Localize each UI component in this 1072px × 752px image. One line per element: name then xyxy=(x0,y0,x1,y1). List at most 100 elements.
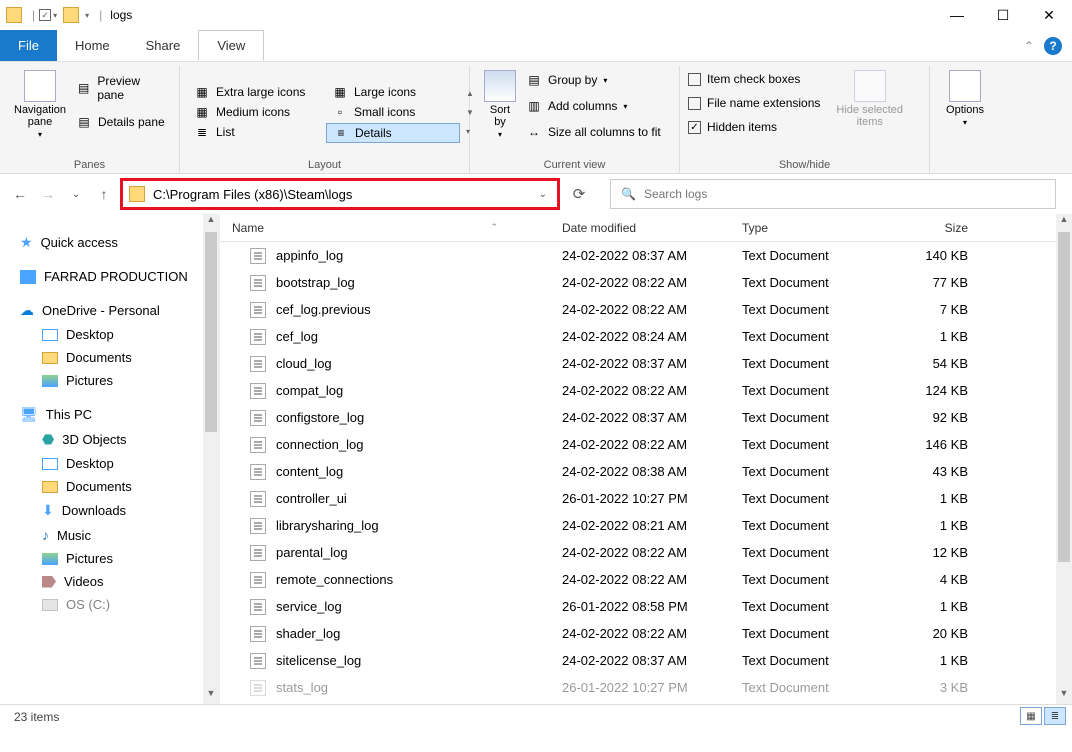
qat-dropdown-icon[interactable]: ▾ xyxy=(85,11,89,20)
file-row[interactable]: parental_log24-02-2022 08:22 AMText Docu… xyxy=(220,539,1072,566)
file-name: shader_log xyxy=(276,626,340,641)
scroll-down-icon[interactable]: ▼ xyxy=(1056,688,1072,704)
sidebar-onedrive[interactable]: ☁OneDrive - Personal xyxy=(0,298,219,323)
file-row[interactable]: cloud_log24-02-2022 08:37 AMText Documen… xyxy=(220,350,1072,377)
qat-checkbox-icon[interactable]: ✓ xyxy=(39,9,51,21)
view-thumbnails-button[interactable]: ▦ xyxy=(1020,707,1042,725)
up-button[interactable]: ↑ xyxy=(92,182,116,206)
layout-list[interactable]: ≣List xyxy=(188,123,322,141)
content-scrollbar[interactable]: ▲ ▼ xyxy=(1056,214,1072,704)
file-name: bootstrap_log xyxy=(276,275,355,290)
layout-icon: ▦ xyxy=(332,84,348,100)
sidebar-quick-access[interactable]: ★Quick access xyxy=(0,230,219,255)
col-size[interactable]: Size xyxy=(880,221,980,235)
file-row[interactable]: stats_log26-01-2022 10:27 PMText Documen… xyxy=(220,674,1072,701)
view-details-button[interactable]: ≣ xyxy=(1044,707,1066,725)
item-count: 23 items xyxy=(14,710,59,724)
file-row[interactable]: appinfo_log24-02-2022 08:37 AMText Docum… xyxy=(220,242,1072,269)
layout-small[interactable]: ▫Small icons xyxy=(326,103,460,121)
recent-dropdown[interactable]: ⌄ xyxy=(64,182,88,206)
file-row[interactable]: configstore_log24-02-2022 08:37 AMText D… xyxy=(220,404,1072,431)
layout-medium[interactable]: ▦Medium icons xyxy=(188,103,322,121)
details-pane-button[interactable]: ▤Details pane xyxy=(72,112,171,132)
sidebar-od-desktop[interactable]: Desktop xyxy=(0,323,219,346)
file-row[interactable]: shader_log24-02-2022 08:22 AMText Docume… xyxy=(220,620,1072,647)
file-row[interactable]: remote_connections24-02-2022 08:22 AMTex… xyxy=(220,566,1072,593)
sidebar-farrad[interactable]: FARRAD PRODUCTION xyxy=(0,265,219,288)
layout-large[interactable]: ▦Large icons xyxy=(326,83,460,101)
ribbon-collapse-icon[interactable]: ⌃ xyxy=(1024,39,1034,53)
file-row[interactable]: content_log24-02-2022 08:38 AMText Docum… xyxy=(220,458,1072,485)
scroll-down-icon[interactable]: ▼ xyxy=(203,688,219,704)
tab-view[interactable]: View xyxy=(198,30,264,61)
file-row[interactable]: connection_log24-02-2022 08:22 AMText Do… xyxy=(220,431,1072,458)
sidebar-od-pictures[interactable]: Pictures xyxy=(0,369,219,392)
file-name: compat_log xyxy=(276,383,343,398)
col-name[interactable]: Name⌃ xyxy=(220,221,550,235)
tab-share[interactable]: Share xyxy=(128,30,199,61)
size-columns-button[interactable]: ↔Size all columns to fit xyxy=(522,122,665,142)
back-button[interactable]: ← xyxy=(8,182,32,206)
pictures-icon xyxy=(42,375,58,387)
refresh-button[interactable]: ⟳ xyxy=(564,185,594,203)
minimize-button[interactable]: — xyxy=(934,0,980,30)
file-row[interactable]: cef_log24-02-2022 08:24 AMText Document1… xyxy=(220,323,1072,350)
sidebar-os-drive[interactable]: OS (C:) xyxy=(0,593,219,616)
sidebar-od-documents[interactable]: Documents xyxy=(0,346,219,369)
address-dropdown-icon[interactable]: ⌄ xyxy=(535,189,551,200)
help-icon[interactable]: ? xyxy=(1044,37,1062,55)
file-row[interactable]: sitelicense_log24-02-2022 08:37 AMText D… xyxy=(220,647,1072,674)
sidebar-desktop[interactable]: Desktop xyxy=(0,452,219,475)
cube-icon: ⬣ xyxy=(42,431,54,448)
navigation-pane-button[interactable]: Navigation pane ▾ xyxy=(8,66,72,143)
file-name: librarysharing_log xyxy=(276,518,379,533)
scrollbar-thumb[interactable] xyxy=(1058,232,1070,562)
sidebar-downloads[interactable]: ⬇Downloads xyxy=(0,498,219,523)
forward-button[interactable]: → xyxy=(36,182,60,206)
scroll-up-icon[interactable]: ▲ xyxy=(203,214,219,230)
file-extensions-toggle[interactable]: File name extensions xyxy=(688,94,820,112)
group-label: Show/hide xyxy=(688,159,921,173)
scroll-up-icon[interactable]: ▲ xyxy=(1056,214,1072,230)
close-button[interactable]: ✕ xyxy=(1026,0,1072,30)
sort-by-button[interactable]: Sort by ▾ xyxy=(478,66,522,143)
layout-details[interactable]: ≡Details xyxy=(326,123,460,143)
layout-extra-large[interactable]: ▦Extra large icons xyxy=(188,83,322,101)
file-row[interactable]: controller_ui26-01-2022 10:27 PMText Doc… xyxy=(220,485,1072,512)
address-bar[interactable]: ⌄ xyxy=(120,178,560,210)
item-checkboxes-toggle[interactable]: Item check boxes xyxy=(688,70,820,88)
add-columns-button[interactable]: ▥Add columns▾ xyxy=(522,96,665,116)
sidebar-music[interactable]: ♪Music xyxy=(0,523,219,547)
options-button[interactable]: Options ▾ xyxy=(940,66,990,131)
file-row[interactable]: bootstrap_log24-02-2022 08:22 AMText Doc… xyxy=(220,269,1072,296)
sidebar-this-pc[interactable]: 🖥This PC xyxy=(0,402,219,427)
pc-icon: 🖥 xyxy=(20,406,38,423)
col-type[interactable]: Type xyxy=(730,221,880,235)
sidebar-videos[interactable]: Videos xyxy=(0,570,219,593)
file-size: 124 KB xyxy=(880,383,980,398)
file-row[interactable]: librarysharing_log24-02-2022 08:21 AMTex… xyxy=(220,512,1072,539)
file-row[interactable]: service_log26-01-2022 08:58 PMText Docum… xyxy=(220,593,1072,620)
file-row[interactable]: compat_log24-02-2022 08:22 AMText Docume… xyxy=(220,377,1072,404)
tab-home[interactable]: Home xyxy=(57,30,128,61)
group-by-button[interactable]: ▤Group by▾ xyxy=(522,70,665,90)
text-file-icon xyxy=(250,356,266,372)
file-menu[interactable]: File xyxy=(0,30,57,61)
file-name: cef_log xyxy=(276,329,318,344)
checkbox-icon xyxy=(688,73,701,86)
sidebar-3d-objects[interactable]: ⬣3D Objects xyxy=(0,427,219,452)
qat-dropdown-icon[interactable]: ▾ xyxy=(53,11,57,20)
sidebar-scrollbar[interactable]: ▲ ▼ xyxy=(203,214,219,704)
address-input[interactable] xyxy=(153,187,535,202)
scrollbar-thumb[interactable] xyxy=(205,232,217,432)
preview-pane-button[interactable]: ▤Preview pane xyxy=(72,72,171,104)
hidden-items-toggle[interactable]: ✓Hidden items xyxy=(688,118,820,136)
maximize-button[interactable]: ☐ xyxy=(980,0,1026,30)
sidebar-pictures[interactable]: Pictures xyxy=(0,547,219,570)
file-row[interactable]: cef_log.previous24-02-2022 08:22 AMText … xyxy=(220,296,1072,323)
search-box[interactable]: 🔍 Search logs xyxy=(610,179,1056,209)
fit-icon: ↔ xyxy=(526,124,542,140)
sidebar-documents[interactable]: Documents xyxy=(0,475,219,498)
hide-selected-button[interactable]: Hide selected items xyxy=(830,66,909,132)
col-date[interactable]: Date modified xyxy=(550,221,730,235)
